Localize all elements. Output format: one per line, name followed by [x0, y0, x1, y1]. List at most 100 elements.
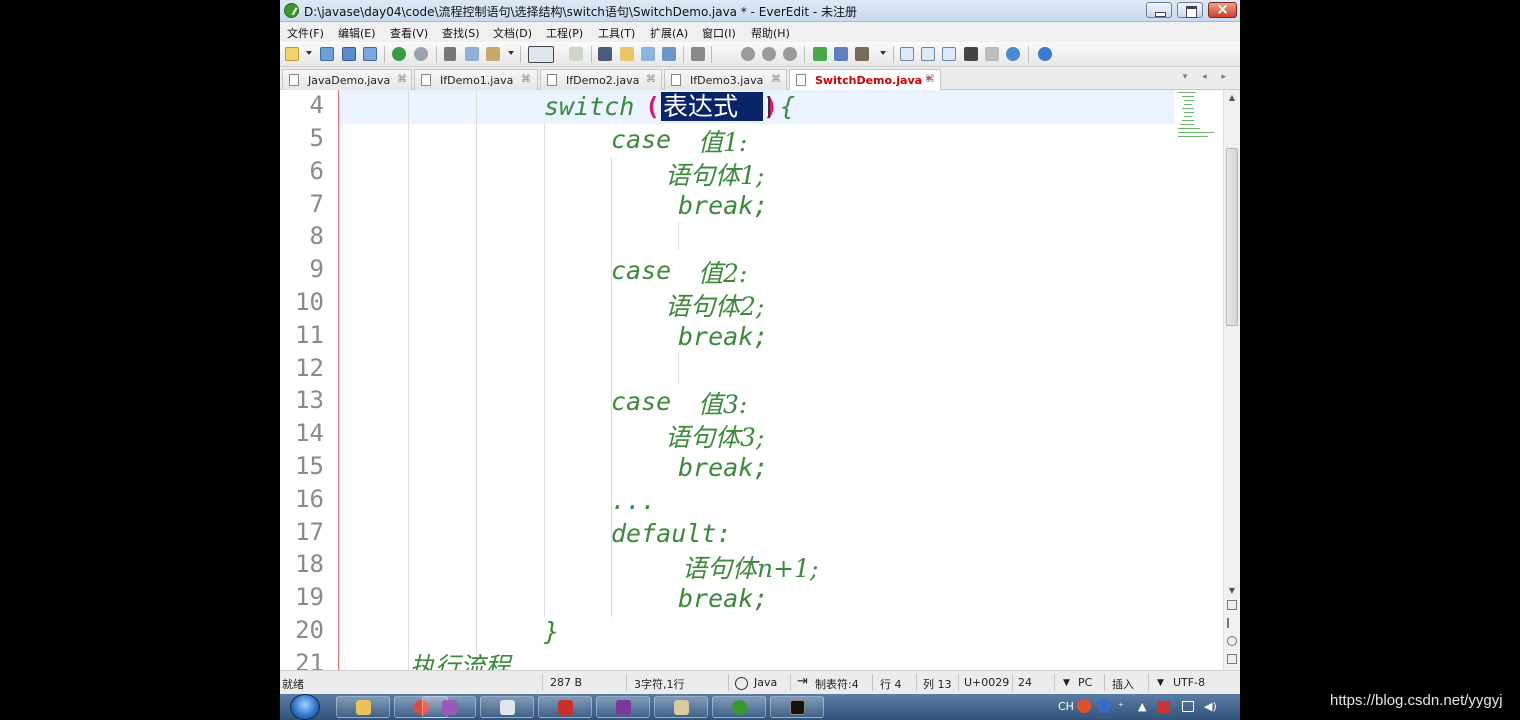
console-icon[interactable] — [964, 47, 978, 61]
taskbar-onenote[interactable] — [596, 696, 650, 718]
minimap[interactable] — [1176, 90, 1218, 150]
encoding-dropdown-icon[interactable]: ▼ — [1157, 678, 1164, 688]
menu-project[interactable]: 工程(P) — [546, 25, 583, 41]
menu-edit[interactable]: 编辑(E) — [338, 25, 376, 41]
split-icon[interactable] — [1227, 600, 1237, 610]
undo-icon[interactable] — [392, 47, 406, 61]
sogou-icon[interactable] — [1077, 699, 1091, 713]
code-editor[interactable]: 4 5 6 7 8 9 10 11 12 13 14 15 16 17 18 1… — [280, 90, 1240, 670]
macro-play-icon[interactable] — [762, 47, 776, 61]
taskbar-paint[interactable] — [654, 696, 708, 718]
watermark: https://blog.csdn.net/yygyj — [1330, 692, 1503, 709]
new-file-icon[interactable] — [285, 47, 299, 61]
outline-icon[interactable] — [900, 47, 914, 61]
input-language[interactable]: CH — [1058, 700, 1074, 713]
monitor-icon[interactable] — [1182, 701, 1194, 712]
status-separator — [958, 674, 959, 691]
tab-javademo[interactable]: JavaDemo.java ⌘ — [282, 69, 412, 90]
status-line-ending[interactable]: PC — [1078, 676, 1092, 689]
status-tab-size[interactable]: 制表符:4 — [815, 676, 859, 692]
menu-extensions[interactable]: 扩展(A) — [650, 25, 688, 41]
grid-view-icon[interactable] — [1227, 654, 1237, 664]
copy-icon[interactable] — [465, 47, 479, 61]
maximize-button[interactable] — [1177, 2, 1203, 18]
goto-icon[interactable] — [662, 47, 676, 61]
sidebar-icon[interactable] — [921, 47, 935, 61]
eol-dropdown-icon[interactable]: ▼ — [1063, 678, 1070, 688]
taskbar-explorer[interactable] — [336, 696, 390, 718]
taskbar-console[interactable] — [770, 696, 824, 718]
menu-help[interactable]: 帮助(H) — [751, 25, 790, 41]
scroll-down-icon[interactable]: ▼ — [1227, 586, 1237, 596]
tab-switchdemo[interactable]: SwitchDemo.java * ⌘ — [789, 69, 941, 91]
minimize-button[interactable] — [1146, 2, 1172, 18]
code-break: break; — [678, 453, 769, 482]
menu-search[interactable]: 查找(S) — [442, 25, 480, 41]
tools-dropdown-icon[interactable] — [880, 51, 886, 55]
help-icon[interactable] — [1097, 699, 1111, 713]
save-icon[interactable] — [342, 47, 356, 61]
code-value: 值1: — [698, 128, 748, 157]
save-all-icon[interactable] — [363, 47, 377, 61]
close-button[interactable] — [1208, 0, 1237, 18]
cut-icon[interactable] — [444, 47, 456, 61]
replace-icon[interactable] — [620, 47, 634, 61]
word-wrap-icon[interactable] — [528, 46, 554, 63]
menu-file[interactable]: 文件(F) — [287, 25, 324, 41]
taskbar-video[interactable] — [538, 696, 592, 718]
window-icon[interactable] — [834, 47, 848, 61]
new-file-dropdown-icon[interactable] — [306, 51, 312, 55]
tab-ifdemo2[interactable]: IfDemo2.java ⌘ — [540, 69, 662, 90]
tab-ifdemo3[interactable]: IfDemo3.java ⌘ — [664, 69, 787, 90]
show-hidden-icon[interactable]: ▲ — [1138, 700, 1146, 713]
line-number: 13 — [295, 386, 324, 414]
plugin-icon[interactable] — [813, 47, 827, 61]
scrollbar-thumb[interactable] — [1226, 148, 1238, 326]
taskbar-app-purple[interactable] — [422, 696, 476, 718]
menu-tools[interactable]: 工具(T) — [598, 25, 635, 41]
open-file-icon[interactable] — [320, 47, 334, 61]
compile-icon[interactable] — [691, 47, 705, 61]
status-encoding[interactable]: UTF-8 — [1173, 676, 1205, 689]
tab-close-icon[interactable]: ⌘ — [646, 74, 656, 85]
scroll-up-icon[interactable]: ▲ — [1227, 93, 1237, 103]
menu-document[interactable]: 文档(D) — [493, 25, 532, 41]
grid-icon[interactable] — [985, 47, 999, 61]
menu-window[interactable]: 窗口(I) — [702, 25, 736, 41]
tab-close-icon[interactable]: ⌘ — [521, 74, 531, 85]
speaker-icon[interactable]: ◀) — [1204, 700, 1217, 713]
paste-icon[interactable] — [486, 47, 500, 61]
column-mode-icon[interactable] — [569, 47, 583, 61]
toolbar-separator — [384, 46, 385, 63]
document-map-icon[interactable] — [942, 47, 956, 61]
status-language[interactable]: Java — [754, 676, 777, 689]
menu-view[interactable]: 查看(V) — [390, 25, 428, 41]
indent-guide — [678, 354, 679, 382]
vertical-scrollbar[interactable]: ▲ ▼ — [1223, 90, 1240, 670]
help-icon[interactable] — [1038, 47, 1052, 61]
find-in-files-icon[interactable] — [641, 47, 655, 61]
line-number: 7 — [309, 190, 324, 218]
taskbar-everedit[interactable] — [712, 696, 766, 718]
tab-navigation[interactable]: ▾ ◂ ▸ — [1183, 72, 1232, 82]
zoom-icon[interactable] — [1227, 636, 1237, 646]
tab-ifdemo1[interactable]: IfDemo1.java ⌘ — [414, 69, 538, 90]
macro-record-icon[interactable] — [741, 47, 755, 61]
status-insert-mode[interactable]: 插入 — [1112, 676, 1134, 692]
macro-stop-icon[interactable] — [783, 47, 797, 61]
tab-close-icon[interactable]: ⌘ — [771, 74, 781, 85]
hammer-icon[interactable] — [855, 47, 869, 61]
toolbar — [280, 42, 1240, 67]
flag-icon[interactable] — [1158, 701, 1170, 713]
redo-icon[interactable] — [414, 47, 428, 61]
start-button-icon[interactable] — [290, 694, 320, 720]
find-icon[interactable] — [598, 47, 612, 61]
bookmark-icon[interactable] — [1227, 618, 1237, 628]
selected-text[interactable]: 表达式 — [661, 92, 763, 121]
taskbar-notepad[interactable] — [480, 696, 534, 718]
paste-dropdown-icon[interactable] — [508, 51, 514, 55]
tab-close-icon[interactable]: ⌘ — [925, 74, 935, 85]
arrow-icon[interactable]: ⁺ — [1118, 700, 1124, 713]
tab-close-icon[interactable]: ⌘ — [397, 74, 407, 85]
browser-icon[interactable] — [1006, 47, 1020, 61]
